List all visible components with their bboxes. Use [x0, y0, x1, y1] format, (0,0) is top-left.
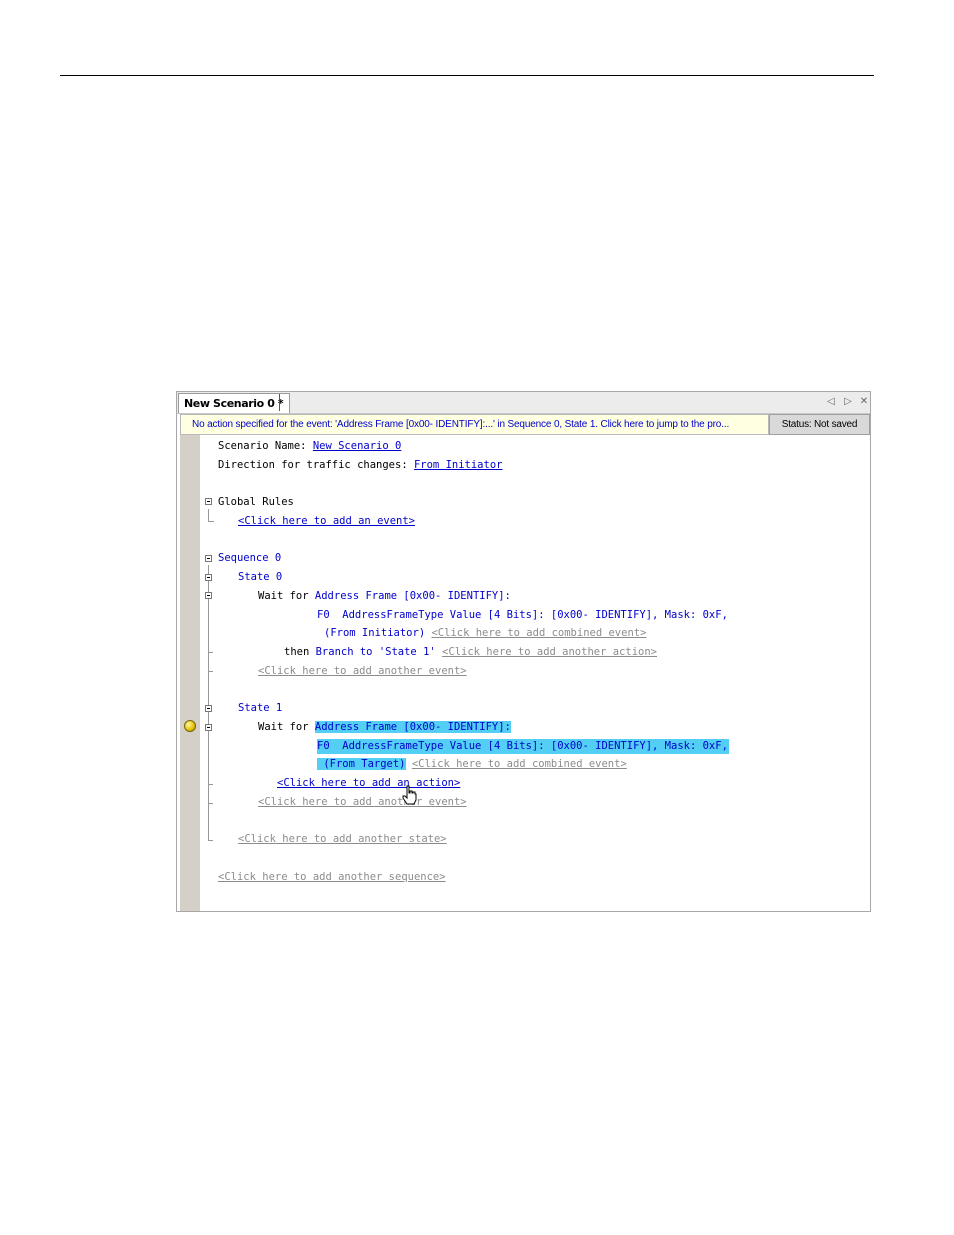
add-state-link[interactable]: <Click here to add another state>: [238, 832, 447, 847]
state-0-label[interactable]: State 0: [238, 570, 282, 585]
branch-link[interactable]: Branch to 'State 1': [316, 646, 436, 658]
state0-from-link[interactable]: (From Initiator): [324, 627, 425, 639]
state1-add-action-link[interactable]: <Click here to add an action>: [277, 776, 460, 791]
scenario-name-link[interactable]: New Scenario 0: [313, 440, 402, 452]
expander-global-rules[interactable]: [205, 498, 212, 505]
warning-bar[interactable]: No action specified for the event: 'Addr…: [180, 414, 769, 435]
state0-then-line: then Branch to 'State 1' <Click here to …: [284, 645, 657, 660]
expander-state1-event[interactable]: [205, 724, 212, 731]
state1-field[interactable]: F0 AddressFrameType Value [4 Bits]: [0x0…: [317, 739, 729, 754]
global-rules-label: Global Rules: [218, 496, 294, 508]
state1-event-link[interactable]: Address Frame [0x00- IDENTIFY]:: [314, 721, 511, 733]
wait-for-label: Wait for: [258, 721, 315, 733]
hand-cursor-icon: [402, 785, 418, 808]
close-icon[interactable]: ✕: [857, 394, 871, 410]
state1-from-link[interactable]: (From Target): [317, 758, 406, 770]
scroll-left-icon[interactable]: ◁: [824, 394, 838, 410]
scroll-right-icon[interactable]: ▷: [841, 394, 855, 410]
expander-state-0[interactable]: [205, 574, 212, 581]
state0-add-action-link[interactable]: <Click here to add another action>: [442, 646, 657, 658]
add-global-event-link[interactable]: <Click here to add an event>: [238, 514, 415, 529]
add-sequence-link[interactable]: <Click here to add another sequence>: [218, 870, 446, 885]
direction-line: Direction for traffic changes: From Init…: [218, 458, 502, 473]
state1-add-combined-link[interactable]: <Click here to add combined event>: [412, 758, 627, 770]
page-top-rule: [60, 75, 874, 76]
direction-link[interactable]: From Initiator: [414, 459, 503, 471]
tree-line: [208, 671, 213, 672]
state0-from-line: (From Initiator) <Click here to add comb…: [324, 626, 646, 641]
tree-line: [208, 652, 213, 653]
expander-sequence-0[interactable]: [205, 555, 212, 562]
then-label: then: [284, 646, 316, 658]
state0-wait-line: Wait for Address Frame [0x00- IDENTIFY]:: [258, 589, 511, 604]
wait-for-label: Wait for: [258, 590, 315, 602]
tab-bar: New Scenario 0 * ◁ ▷ ✕: [177, 392, 870, 414]
state0-event-link[interactable]: Address Frame [0x00- IDENTIFY]:: [315, 590, 511, 602]
state-1-label[interactable]: State 1: [238, 701, 282, 716]
expander-state0-event[interactable]: [205, 592, 212, 599]
tree-line: [208, 509, 209, 521]
scenario-name-line: Scenario Name: New Scenario 0: [218, 439, 401, 454]
tree-line: [208, 840, 213, 841]
direction-label: Direction for traffic changes:: [218, 459, 414, 471]
tree-line: [208, 784, 213, 785]
status-badge: Status: Not saved: [769, 414, 870, 435]
state0-field[interactable]: F0 AddressFrameType Value [4 Bits]: [0x0…: [317, 608, 728, 623]
state0-add-event-link[interactable]: <Click here to add another event>: [258, 664, 467, 679]
state0-add-combined-link[interactable]: <Click here to add combined event>: [431, 627, 646, 639]
sequence-0-label[interactable]: Sequence 0: [218, 551, 281, 566]
expander-state-1[interactable]: [205, 705, 212, 712]
state1-add-event-link[interactable]: <Click here to add another event>: [258, 795, 467, 810]
state1-wait-line: Wait for Address Frame [0x00- IDENTIFY]:: [258, 720, 511, 735]
tree-line: [208, 521, 214, 522]
tree-line: [208, 803, 213, 804]
scenario-name-label: Scenario Name:: [218, 440, 313, 452]
tab-separator: [279, 394, 280, 411]
tab-new-scenario[interactable]: New Scenario 0 *: [178, 393, 291, 413]
state1-from-line: (From Target) <Click here to add combine…: [317, 757, 627, 772]
tree-line: [208, 565, 209, 840]
editor-gutter: [180, 435, 201, 911]
breakpoint-icon[interactable]: [184, 720, 196, 732]
